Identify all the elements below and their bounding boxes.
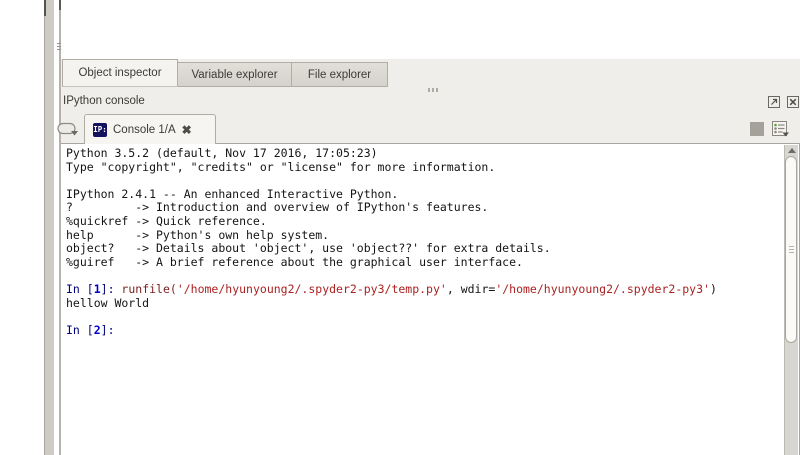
console-area: Python 3.5.2 (default, Nov 17 2016, 17:0… xyxy=(61,143,800,455)
console-line: Type "copyright", "credits" or "license"… xyxy=(66,159,496,174)
console-output[interactable]: Python 3.5.2 (default, Nov 17 2016, 17:0… xyxy=(66,147,783,455)
console-line: ? -> Introduction and overview of IPytho… xyxy=(66,200,489,215)
console-pane-title: IPython console xyxy=(63,95,145,107)
right-pane-column: Object inspector Variable explorer File … xyxy=(57,0,800,455)
scrollbar-up-arrow-icon[interactable] xyxy=(788,148,796,153)
ipython-icon: IP: xyxy=(93,122,107,137)
browse-tabs-icon[interactable] xyxy=(57,120,83,139)
console-tab-close-icon[interactable]: ✖ xyxy=(182,124,192,136)
console-line: help -> Python's own help system. xyxy=(66,227,330,242)
tab-file-explorer[interactable]: File explorer xyxy=(291,62,388,87)
console-line: %quickref -> Quick reference. xyxy=(66,213,267,228)
console-tab-label: Console 1/A xyxy=(113,123,176,136)
close-pane-icon[interactable] xyxy=(787,96,799,108)
console-line: Python 3.5.2 (default, Nov 17 2016, 17:0… xyxy=(66,147,378,160)
options-menu-icon[interactable] xyxy=(771,120,790,139)
tab-object-inspector-label: Object inspector xyxy=(78,67,162,79)
tab-file-explorer-label: File explorer xyxy=(307,68,372,81)
spyder-window: { "upper_pane": { "tabs": [ {"label": "O… xyxy=(0,0,800,455)
console-line: IPython 2.4.1 -- An enhanced Interactive… xyxy=(66,186,399,201)
console-scrollbar[interactable] xyxy=(784,145,798,455)
console-line: In [1]: runfile('/home/hyunyoung2/.spyde… xyxy=(66,281,717,296)
left-scrollbar-cap xyxy=(44,0,46,16)
console-tab[interactable]: IP: Console 1/A ✖ xyxy=(84,114,216,144)
console-line: object? -> Details about 'object', use '… xyxy=(66,241,551,256)
left-pane-scrollbar[interactable] xyxy=(44,0,54,455)
console-scrollbar-thumb[interactable] xyxy=(785,156,797,343)
interrupt-kernel-icon[interactable] xyxy=(750,122,764,136)
tab-variable-explorer-label: Variable explorer xyxy=(191,68,278,81)
undock-pane-icon[interactable] xyxy=(768,96,780,108)
tab-variable-explorer[interactable]: Variable explorer xyxy=(177,62,292,87)
tab-object-inspector[interactable]: Object inspector xyxy=(62,59,178,87)
console-line: hellow World xyxy=(66,295,150,310)
horizontal-splitter-grip[interactable] xyxy=(428,88,440,92)
scrollbar-thumb-grip-icon xyxy=(789,246,794,254)
console-line: In [2]: xyxy=(66,322,115,337)
console-line: %guiref -> A brief reference about the g… xyxy=(66,254,523,269)
